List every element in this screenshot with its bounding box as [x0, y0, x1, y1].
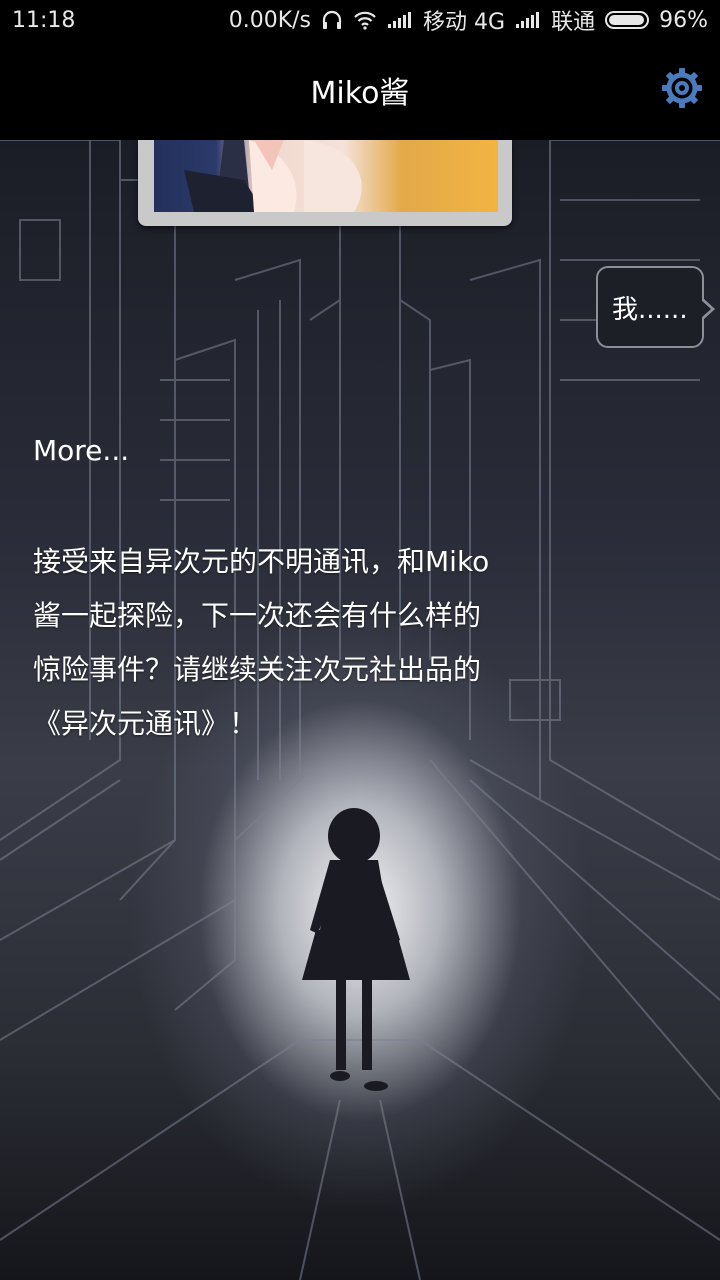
signal-icon: [515, 11, 541, 29]
story-line: 惊险事件？请继续关注次元社出品的: [33, 653, 482, 686]
girl-silhouette: [302, 808, 410, 1091]
speech-bubble[interactable]: 我......: [596, 266, 715, 348]
story-line: 《异次元通讯》！: [33, 707, 258, 740]
app-title: Miko酱: [310, 76, 410, 111]
image-message-card[interactable]: [138, 140, 512, 226]
bubble-text: 我......: [612, 294, 688, 325]
headphones-icon: [321, 10, 343, 30]
story-line: 酱一起探险，下一次还会有什么样的: [33, 599, 482, 632]
carrier-2: 联通: [551, 10, 596, 35]
status-indicators: 0.00K/s 移动 4G 联通 96%: [229, 4, 708, 36]
battery-percent: 96%: [659, 7, 708, 33]
settings-button[interactable]: [658, 66, 706, 114]
battery-icon: [605, 11, 650, 29]
chat-background: 我...... More... 接受来自异次元的不明通讯，和Miko 酱一起探险…: [0, 140, 720, 1280]
status-time: 11:18: [12, 7, 76, 33]
more-link[interactable]: More...: [33, 434, 129, 467]
wifi-icon: [353, 10, 377, 30]
net-speed: 0.00K/s: [228, 7, 312, 33]
story-text: 接受来自异次元的不明通讯，和Miko 酱一起探险，下一次还会有什么样的 惊险事件…: [33, 535, 563, 751]
status-bar: 11:18 0.00K/s 移动 4G 联通 96%: [0, 0, 720, 40]
bubble-tail: [700, 298, 715, 320]
app-bar: Miko酱: [0, 40, 720, 140]
story-line: 接受来自异次元的不明通讯，和Miko: [33, 545, 490, 578]
image-message-thumbnail: [154, 140, 498, 212]
gear-icon: [660, 66, 704, 114]
phone-screen: 11:18 0.00K/s 移动 4G 联通 96% Miko酱 我......…: [0, 0, 720, 1280]
carrier-1: 移动 4G: [423, 10, 506, 35]
signal-icon: [387, 11, 413, 29]
